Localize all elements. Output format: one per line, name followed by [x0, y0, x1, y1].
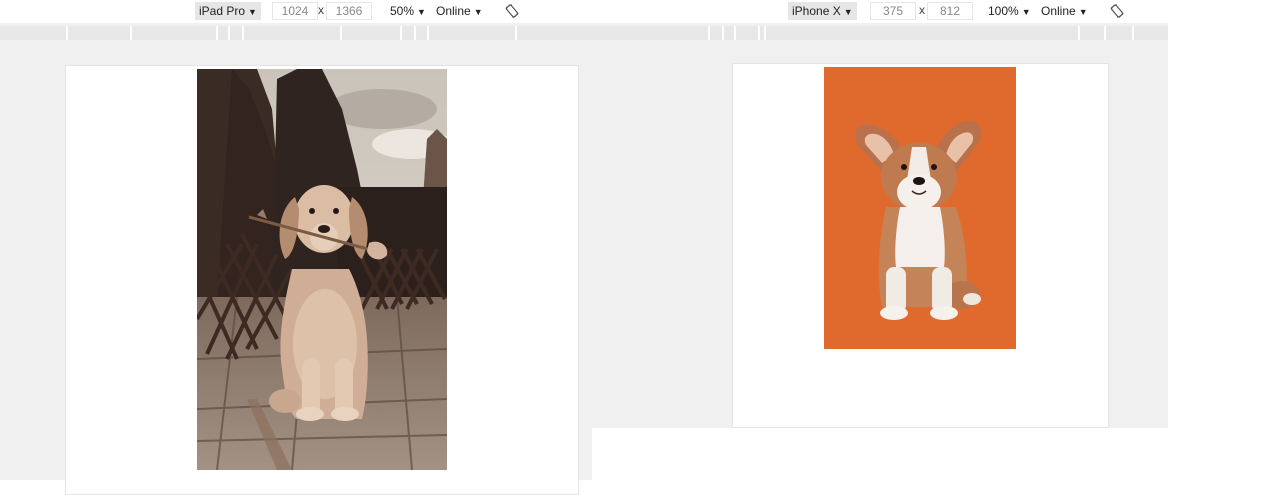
photo-corgi-puppy [824, 67, 1016, 349]
times-symbol: x [318, 3, 324, 17]
chevron-down-icon: ▼ [1078, 7, 1088, 17]
chevron-down-icon: ▼ [473, 7, 483, 17]
network-value: Online [436, 4, 471, 18]
device-select[interactable]: iPhone X ▼ [788, 2, 857, 20]
device-toolbar: iPad Pro▼ x 50%▼ Online▼ [0, 0, 592, 23]
height-input[interactable] [326, 2, 372, 20]
device-select-label: iPad Pro [199, 4, 246, 18]
width-input[interactable] [272, 2, 318, 20]
device-toolbar: iPhone X▼ x 100%▼ Online▼ [592, 0, 1168, 23]
chevron-down-icon: ▼ [248, 7, 257, 17]
zoom-select[interactable]: 100% ▼ [988, 2, 1031, 20]
chevron-down-icon: ▼ [843, 7, 853, 17]
chevron-down-icon: ▼ [417, 7, 426, 17]
network-throttle-select[interactable]: Online ▼ [1041, 2, 1088, 20]
photo-golden-retriever [197, 69, 447, 470]
device-pane-iphone: iPhone X▼ x 100%▼ Online▼ [592, 0, 1168, 480]
zoom-value: 50% [390, 4, 415, 18]
chevron-down-icon: ▼ [1021, 7, 1031, 17]
network-throttle-select[interactable]: Online ▼ [436, 2, 483, 20]
width-input[interactable] [870, 2, 916, 20]
rotate-icon[interactable] [504, 3, 520, 19]
media-query-bar[interactable] [592, 26, 1168, 40]
media-query-bar[interactable] [0, 26, 592, 40]
device-pane-ipad: iPad Pro▼ x 50%▼ Online▼ [0, 0, 592, 495]
page-background [592, 428, 1168, 480]
zoom-value: 100% [988, 4, 1019, 18]
times-symbol: x [919, 3, 925, 17]
device-select-label: iPhone X [792, 4, 841, 18]
zoom-select[interactable]: 50% ▼ [390, 2, 426, 20]
height-input[interactable] [927, 2, 973, 20]
device-viewport[interactable] [65, 65, 579, 495]
network-value: Online [1041, 4, 1076, 18]
rotate-icon[interactable] [1109, 3, 1125, 19]
device-viewport[interactable] [732, 63, 1109, 428]
device-select[interactable]: iPad Pro ▼ [195, 2, 261, 20]
